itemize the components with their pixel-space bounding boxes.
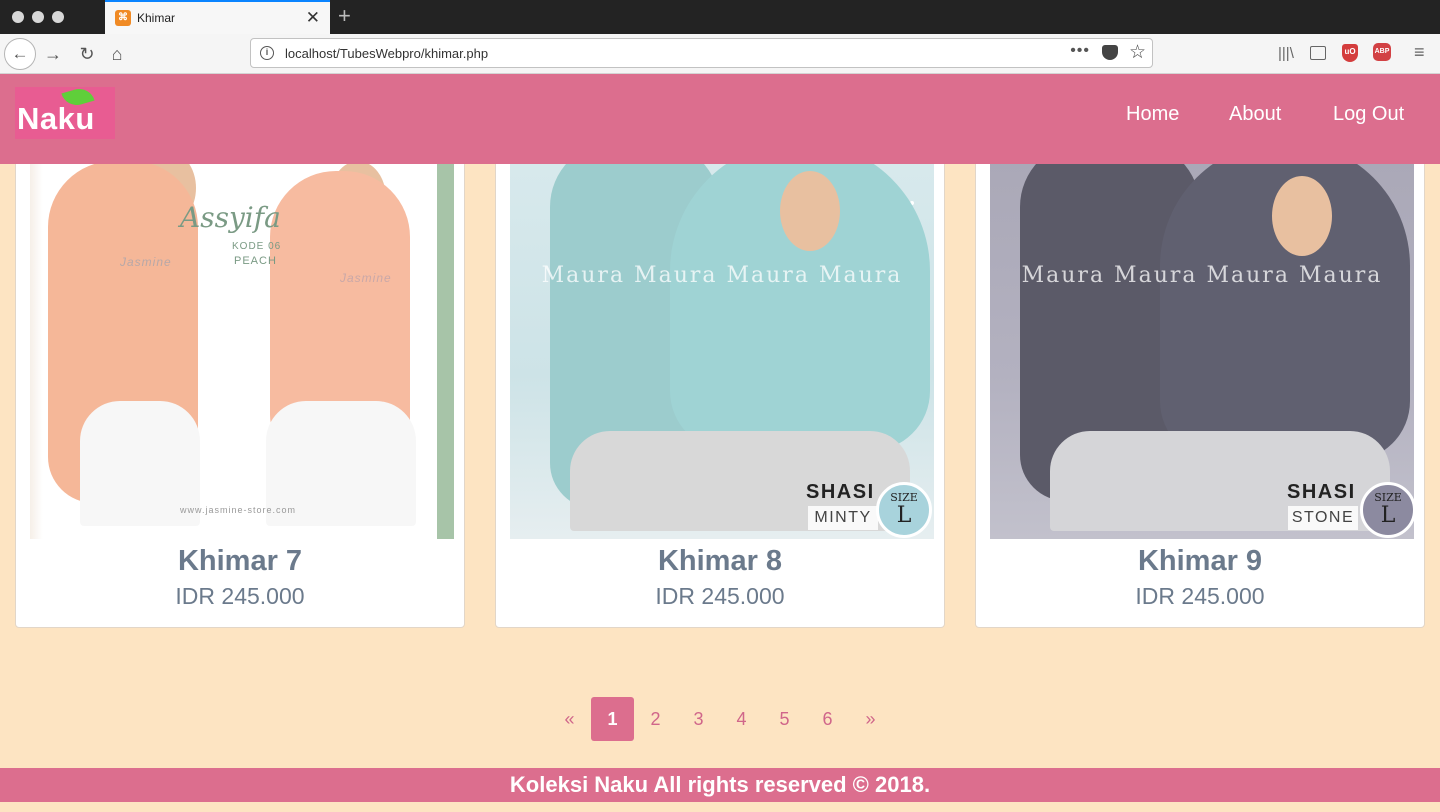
library-icon[interactable]: |||\ — [1278, 45, 1294, 62]
size-value: L — [1380, 503, 1396, 528]
watermark: Maura Maura Maura Maura — [541, 263, 903, 288]
pocket-icon[interactable] — [1102, 45, 1118, 60]
reload-icon[interactable]: ↻ — [76, 39, 98, 69]
adblock-icon[interactable]: ABP — [1373, 43, 1391, 61]
color-label: MINTY — [808, 506, 878, 530]
brand-color: PEACH — [234, 255, 277, 267]
tab-close-icon[interactable]: ✕ — [306, 8, 320, 28]
sidebar-icon[interactable] — [1310, 46, 1326, 60]
back-icon[interactable]: ← — [4, 38, 36, 70]
menu-icon[interactable]: ≡ — [1414, 42, 1425, 63]
home-icon[interactable]: ⌂ — [106, 39, 128, 69]
pagination-page-5[interactable]: 5 — [763, 697, 806, 741]
watermark: Jasmine — [120, 255, 172, 269]
size-value: L — [896, 503, 912, 528]
pagination-page-6[interactable]: 6 — [806, 697, 849, 741]
minimize-window-button[interactable] — [32, 11, 44, 23]
site-header: Naku Home About Log Out — [0, 74, 1440, 164]
product-image[interactable]: Maura Maura Maura Maura SHASI MINTY SIZE… — [510, 131, 934, 539]
brand-code: KODE 06 — [232, 241, 282, 252]
store-url: www.jasmine-store.com — [180, 505, 297, 515]
product-price: IDR 245.000 — [1135, 583, 1265, 609]
pagination-page-2[interactable]: 2 — [634, 697, 677, 741]
product-name[interactable]: Khimar 7 — [16, 545, 464, 578]
product-name[interactable]: Khimar 8 — [496, 545, 944, 578]
nav-logout-link[interactable]: Log Out — [1333, 103, 1404, 126]
model-name: SHASI — [806, 481, 875, 503]
size-badge: SIZE L — [1360, 482, 1414, 538]
new-tab-icon[interactable]: + — [338, 3, 351, 29]
model-face — [780, 171, 840, 251]
pagination-page-3[interactable]: 3 — [677, 697, 720, 741]
maximize-window-button[interactable] — [52, 11, 64, 23]
product-card[interactable]: Maura Maura Maura Maura SHASI MINTY SIZE… — [495, 130, 945, 628]
product-name[interactable]: Khimar 9 — [976, 545, 1424, 578]
nav-about-link[interactable]: About — [1229, 103, 1281, 126]
more-icon[interactable]: ••• — [1070, 42, 1090, 60]
naku-logo[interactable]: Naku — [15, 85, 115, 139]
product-card[interactable]: Assyifa KODE 06 PEACH Jasmine Jasmine ww… — [15, 130, 465, 628]
url-bar[interactable]: i localhost/TubesWebpro/khimar.php ••• ☆ — [250, 38, 1153, 68]
info-icon[interactable]: i — [260, 46, 274, 60]
product-price: IDR 245.000 — [175, 583, 305, 609]
logo-text: Naku — [17, 101, 95, 136]
browser-toolbar: ← → ↻ ⌂ i localhost/TubesWebpro/khimar.p… — [0, 34, 1440, 74]
brand-name: Assyifa — [180, 201, 281, 234]
close-window-button[interactable] — [12, 11, 24, 23]
bookmark-star-icon[interactable]: ☆ — [1129, 41, 1146, 64]
xampp-favicon-icon: ⌘ — [115, 10, 131, 26]
ublock-icon[interactable]: uO — [1342, 44, 1358, 62]
size-badge: SIZE L — [876, 482, 932, 538]
url-text[interactable]: localhost/TubesWebpro/khimar.php — [285, 46, 488, 61]
watermark: Maura Maura Maura Maura — [1021, 263, 1383, 288]
browser-tab[interactable]: ⌘ Khimar ✕ — [105, 0, 330, 34]
color-label: STONE — [1288, 506, 1358, 530]
model-name: SHASI — [1287, 481, 1356, 503]
pagination-next[interactable]: » — [849, 697, 892, 741]
product-price: IDR 245.000 — [655, 583, 785, 609]
browser-tab-bar: ⌘ Khimar ✕ + — [0, 0, 1440, 34]
pagination-prev[interactable]: « — [548, 697, 591, 741]
product-image[interactable]: Maura Maura Maura Maura SHASI STONE SIZE… — [990, 131, 1414, 539]
tab-title: Khimar — [137, 11, 176, 25]
pagination-page-4[interactable]: 4 — [720, 697, 763, 741]
model-face — [1272, 176, 1332, 256]
watermark: Jasmine — [340, 271, 392, 285]
pagination-page-1[interactable]: 1 — [591, 697, 634, 741]
footer: Koleksi Naku All rights reserved © 2018. — [0, 768, 1440, 802]
product-card[interactable]: Maura Maura Maura Maura SHASI STONE SIZE… — [975, 130, 1425, 628]
nav-home-link[interactable]: Home — [1126, 103, 1179, 126]
forward-icon[interactable]: → — [42, 39, 64, 69]
product-image[interactable]: Assyifa KODE 06 PEACH Jasmine Jasmine ww… — [30, 131, 454, 539]
